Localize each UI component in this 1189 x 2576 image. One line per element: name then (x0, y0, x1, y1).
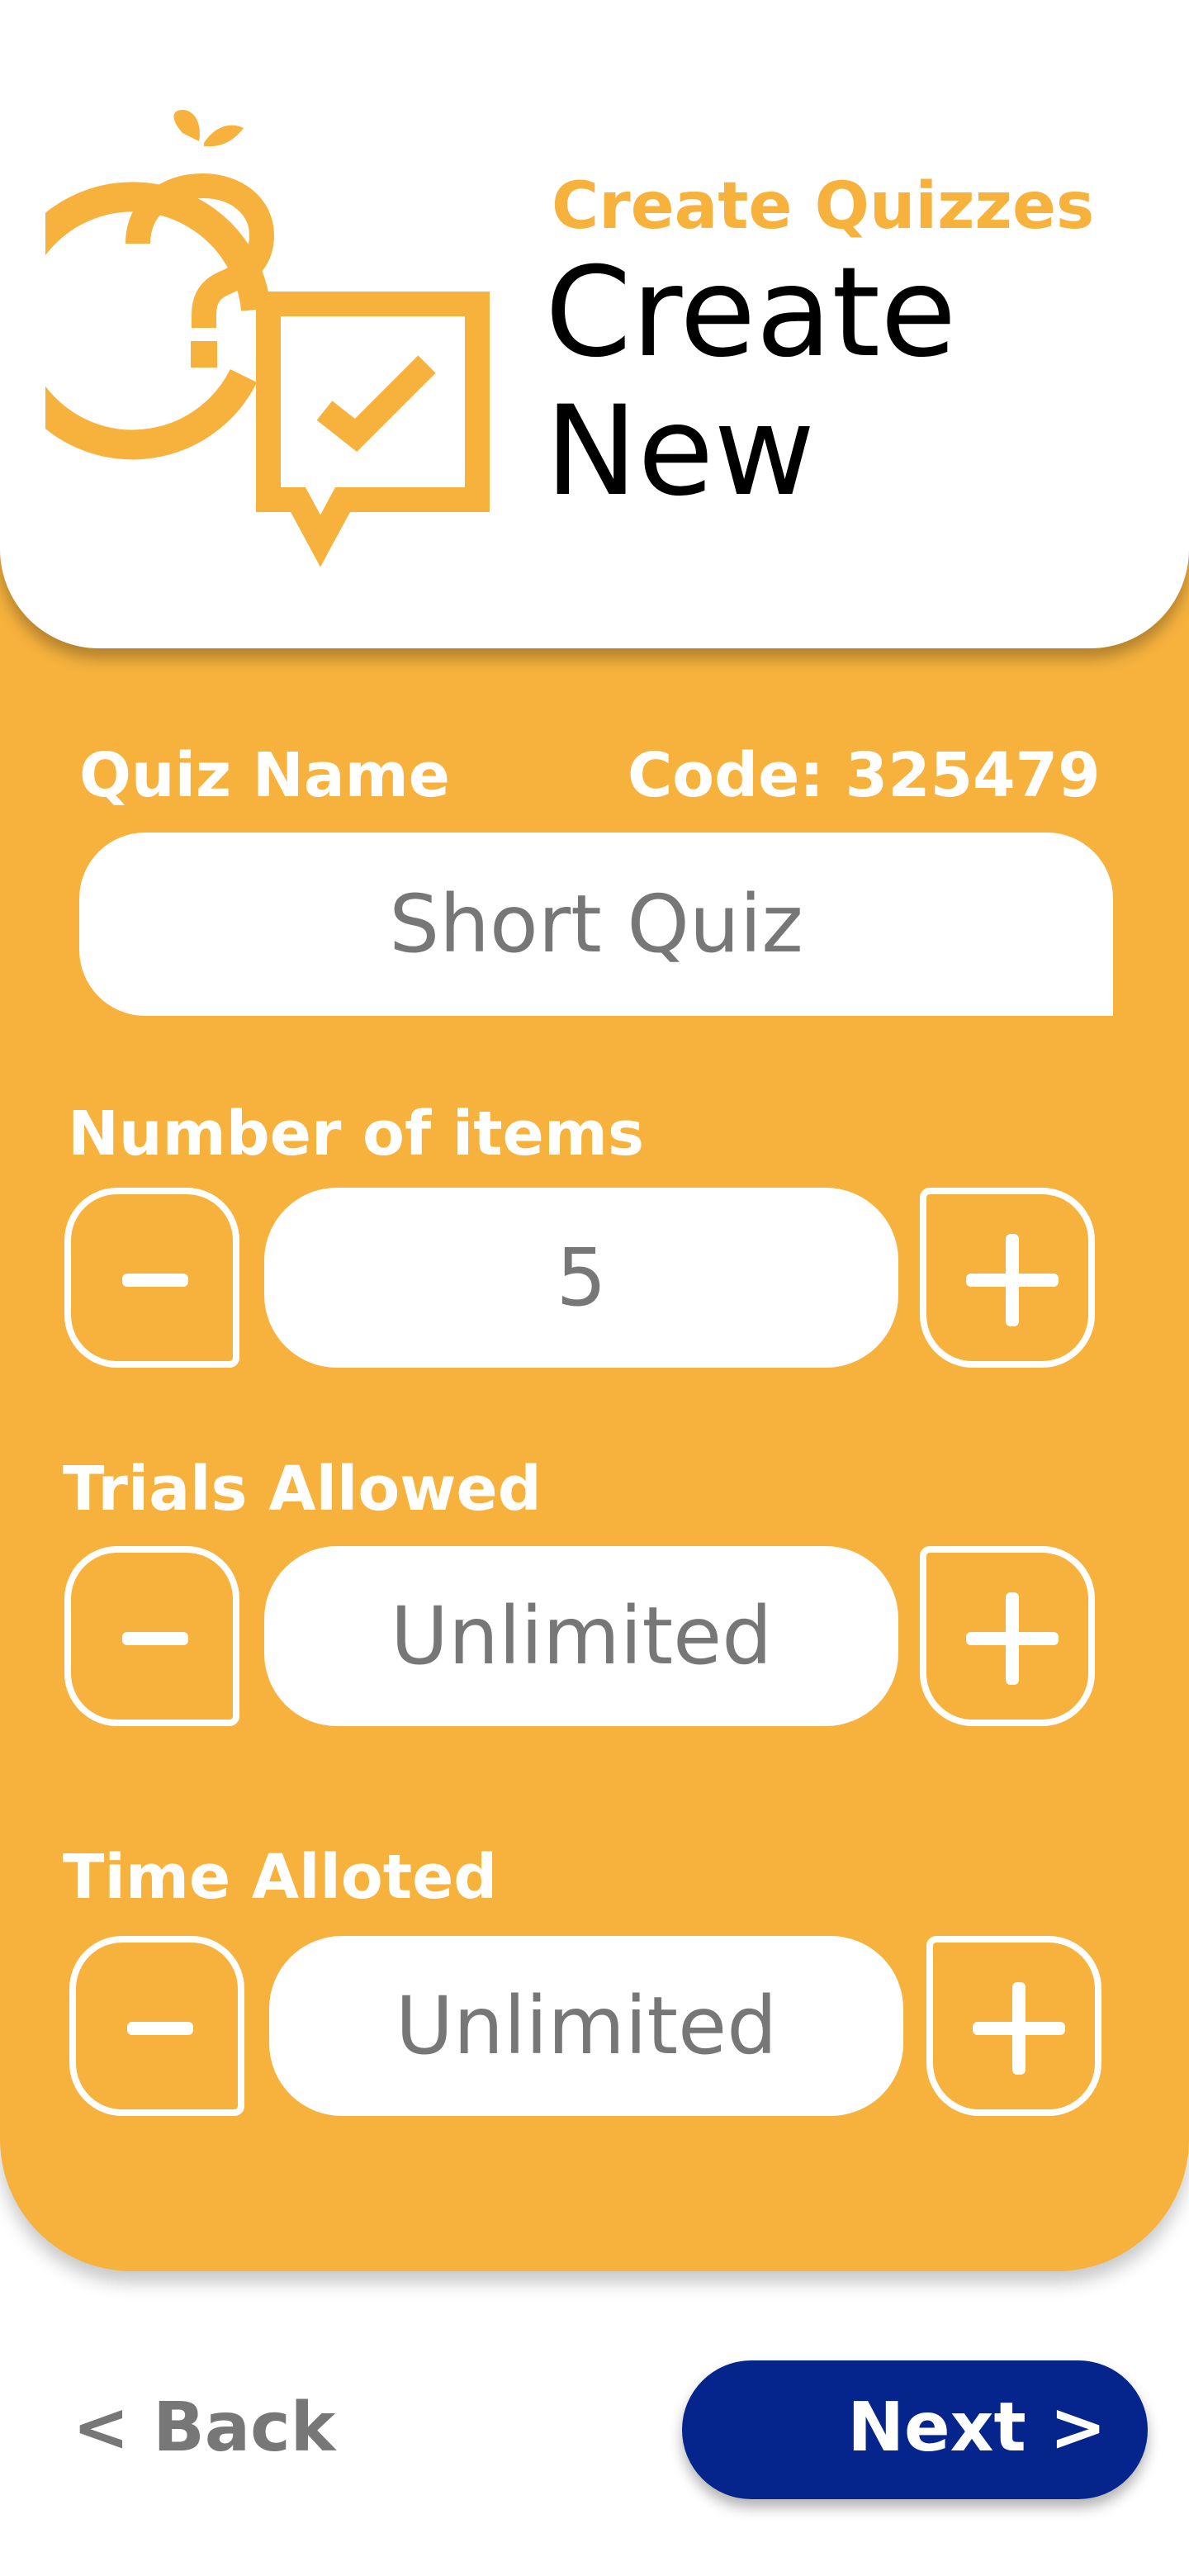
minus-icon (122, 1632, 188, 1645)
trials-increment-button[interactable] (920, 1546, 1095, 1726)
time-decrement-button[interactable] (69, 1936, 244, 2116)
trials-decrement-button[interactable] (64, 1546, 239, 1726)
number-of-items-label: Number of items (68, 1098, 645, 1169)
header-subtitle: Create Quizzes (552, 169, 1095, 244)
time-increment-button[interactable] (926, 1936, 1101, 2116)
trials-allowed-label: Trials Allowed (63, 1454, 542, 1525)
quiz-name-input[interactable]: Short Quiz (79, 833, 1113, 1016)
quiz-name-label: Quiz Name (79, 740, 450, 811)
quiz-code: Code: 325479 (628, 740, 1101, 811)
header-card: Create Quizzes Create New (0, 0, 1189, 648)
next-button[interactable]: Next > (682, 2360, 1148, 2499)
items-count-field[interactable]: 5 (264, 1188, 898, 1368)
items-decrement-button[interactable] (64, 1188, 239, 1368)
time-alloted-field[interactable]: Unlimited (269, 1936, 903, 2116)
page-title: Create New (545, 244, 956, 521)
quiz-logo-icon (45, 110, 490, 567)
minus-icon (127, 2022, 193, 2035)
back-button[interactable]: < Back (73, 2389, 335, 2467)
items-increment-button[interactable] (920, 1188, 1095, 1368)
page-title-line-2: New (545, 380, 816, 524)
page-title-line-1: Create (545, 241, 957, 385)
minus-icon (122, 1274, 188, 1287)
next-button-label: Next > (847, 2389, 1106, 2467)
trials-allowed-field[interactable]: Unlimited (264, 1546, 898, 1726)
create-quiz-screen: Create Quizzes Create New Quiz Name Code… (0, 0, 1189, 2576)
time-alloted-label: Time Alloted (63, 1842, 498, 1913)
